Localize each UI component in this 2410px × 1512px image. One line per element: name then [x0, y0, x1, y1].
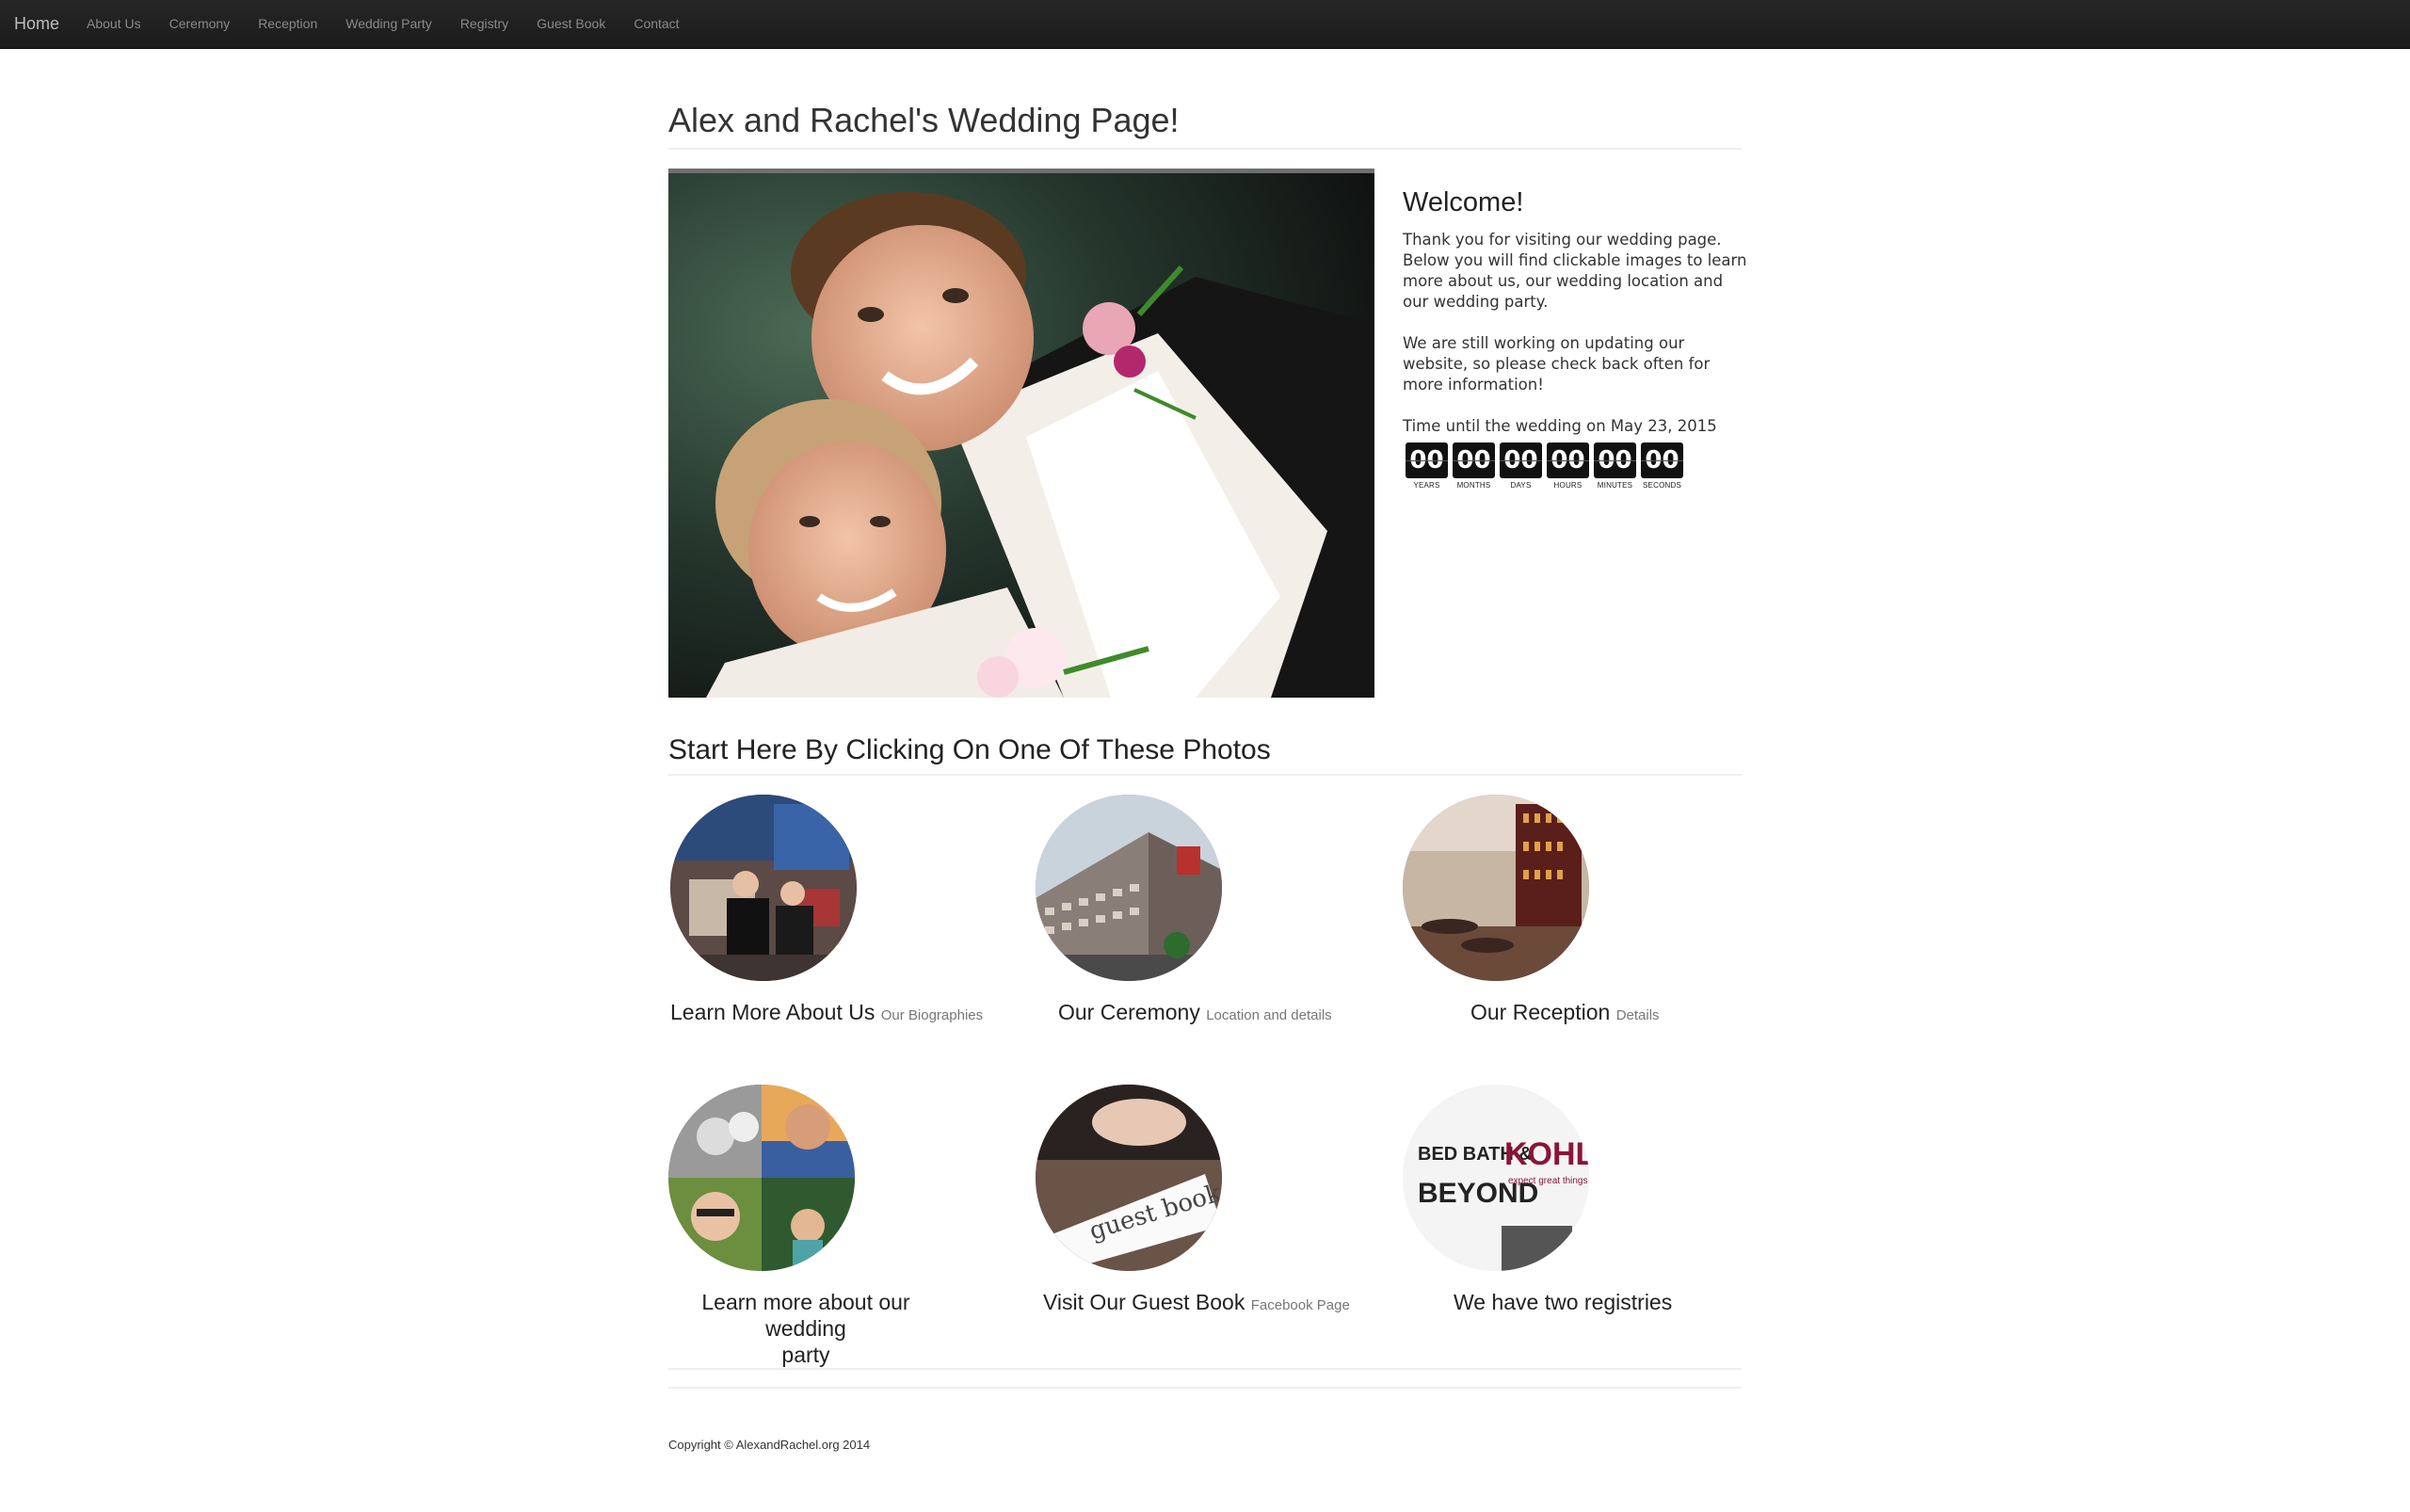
nav-item-registry[interactable]: Registry [446, 0, 522, 48]
welcome-intro-text: Thank you for visiting our wedding page.… [1403, 231, 1747, 311]
countdown-seconds-label: SECONDS [1643, 481, 1681, 490]
countdown-years: 00 YEARS [1406, 442, 1448, 490]
section-divider [668, 774, 1742, 776]
countdown-years-label: YEARS [1413, 481, 1440, 490]
kohls-tagline: expect great things [1508, 1176, 1588, 1186]
guest-book-title: Visit Our Guest Book [1043, 1290, 1245, 1314]
guest-book-subtitle: Facebook Page [1250, 1297, 1350, 1313]
countdown-days: 00 DAYS [1500, 442, 1542, 490]
countdown-hours-label: HOURS [1553, 481, 1583, 490]
registries-caption[interactable]: We have two registries [1454, 1289, 1672, 1315]
top-navbar: Home About Us Ceremony Reception Wedding… [0, 0, 2410, 49]
countdown-months-label: MONTHS [1456, 481, 1491, 490]
reception-title: Our Reception [1470, 1000, 1611, 1024]
countdown-days-label: DAYS [1510, 481, 1532, 490]
page-title: Alex and Rachel's Wedding Page! [668, 101, 1180, 139]
reception-subtitle: Details [1615, 1007, 1660, 1023]
footer-copyright: Copyright © AlexandRachel.org 2014 [668, 1438, 871, 1452]
nav-item-wedding-party[interactable]: Wedding Party [331, 0, 446, 48]
nav-item-reception[interactable]: Reception [244, 0, 331, 48]
welcome-panel: Welcome! Thank you for visiting our wedd… [1403, 185, 1747, 458]
footer-divider-top [668, 1368, 1742, 1370]
nav-item-contact[interactable]: Contact [619, 0, 693, 48]
countdown-months: 00 MONTHS [1453, 442, 1495, 490]
welcome-update-text: We are still working on updating our web… [1403, 334, 1711, 394]
nav-menu: About Us Ceremony Reception Wedding Part… [72, 0, 694, 48]
ceremony-photo-link[interactable] [1036, 795, 1222, 981]
title-divider [668, 148, 1742, 150]
wedding-party-photo-link[interactable] [668, 1085, 855, 1271]
nav-home-link[interactable]: Home [14, 0, 59, 48]
guest-book-caption[interactable]: Visit Our Guest Book Facebook Page [1043, 1289, 1350, 1319]
registries-photo-link[interactable]: BED BATH & BEYOND KOHL'S expect great th… [1403, 1085, 1589, 1271]
wedding-countdown: 00 YEARS 00 MONTHS 00 DAYS 00 HOURS 00 MINUTE… [1406, 442, 1683, 490]
countdown-minutes: 00 MINUTES [1594, 442, 1636, 490]
ceremony-title: Our Ceremony [1058, 1000, 1200, 1024]
about-us-subtitle: Our Biographies [880, 1007, 984, 1023]
about-us-title: Learn More About Us [670, 1000, 876, 1024]
countdown-seconds-value: 00 [1641, 442, 1683, 478]
reception-caption[interactable]: Our Reception Details [1470, 999, 1660, 1029]
countdown-minutes-value: 00 [1594, 442, 1636, 478]
countdown-seconds: 00 SECONDS [1641, 442, 1683, 490]
about-us-photo-link[interactable] [670, 795, 857, 981]
about-us-caption[interactable]: Learn More About Us Our Biographies [670, 999, 983, 1029]
countdown-label: Time until the wedding on May 23, 2015 [1403, 417, 1717, 435]
countdown-hours: 00 HOURS [1547, 442, 1589, 490]
nav-item-ceremony[interactable]: Ceremony [155, 0, 245, 48]
ceremony-subtitle: Location and details [1206, 1007, 1332, 1023]
couple-hero-photo [668, 169, 1374, 698]
welcome-heading: Welcome! [1403, 187, 1524, 217]
wedding-party-title: Learn more about our wedding [701, 1290, 910, 1341]
wedding-party-title-line2: party [781, 1343, 830, 1367]
countdown-months-value: 00 [1453, 442, 1495, 478]
nav-item-about-us[interactable]: About Us [72, 0, 155, 48]
kohls-logo: KOHL'S [1504, 1136, 1589, 1172]
countdown-minutes-label: MINUTES [1597, 481, 1633, 490]
nav-item-guest-book[interactable]: Guest Book [522, 0, 619, 48]
footer-divider-bottom [668, 1387, 1742, 1389]
wedding-party-caption[interactable]: Learn more about our wedding party [683, 1289, 928, 1368]
reception-photo-link[interactable] [1403, 795, 1589, 981]
guest-book-photo-link[interactable]: guest book [1036, 1085, 1222, 1271]
countdown-years-value: 00 [1406, 442, 1448, 478]
countdown-days-value: 00 [1500, 442, 1542, 478]
countdown-hours-value: 00 [1547, 442, 1589, 478]
ceremony-caption[interactable]: Our Ceremony Location and details [1058, 999, 1332, 1029]
section-title: Start Here By Clicking On One Of These P… [668, 734, 1271, 765]
registries-title: We have two registries [1454, 1290, 1673, 1314]
